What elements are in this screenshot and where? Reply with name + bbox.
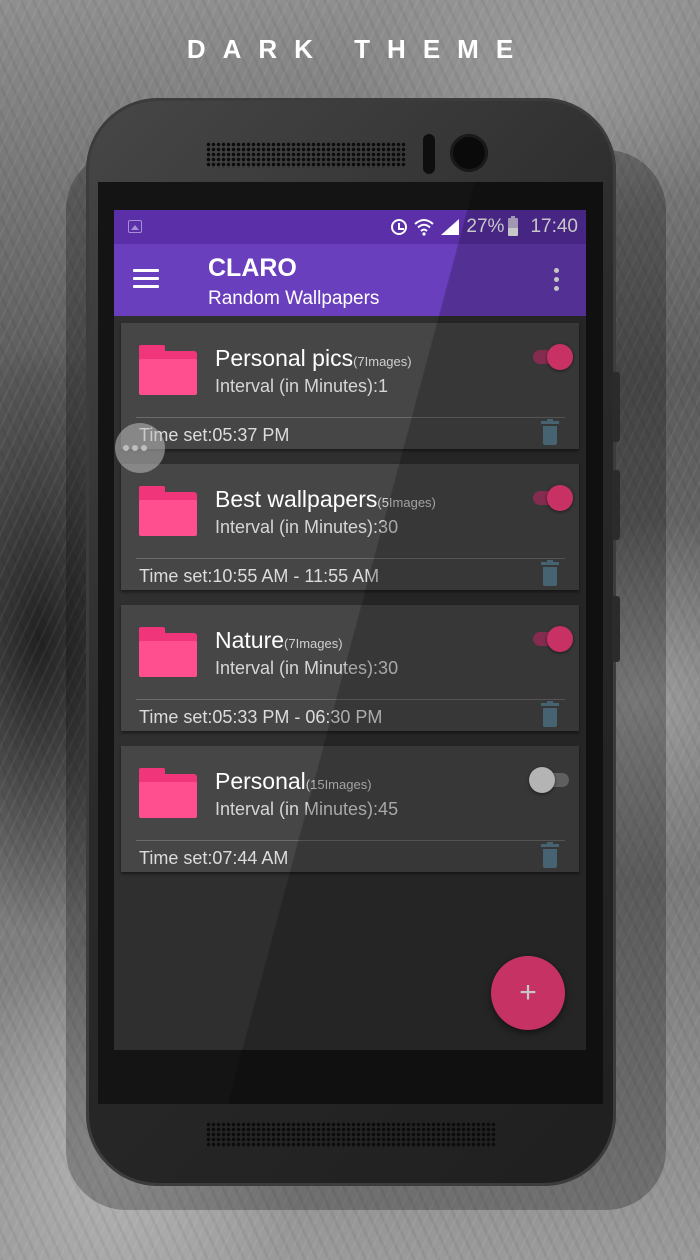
card-divider <box>136 417 565 418</box>
phone-side-button <box>612 372 620 442</box>
album-card[interactable]: Personal pics(7Images) Interval (in Minu… <box>121 323 579 449</box>
signal-icon <box>441 219 460 235</box>
album-time-set: Time set:10:55 AM - 11:55 AM <box>139 566 380 586</box>
phone-side-button <box>612 596 620 662</box>
card-divider <box>136 699 565 700</box>
album-time-set: Time set:05:33 PM - 06:30 PM <box>139 707 383 727</box>
app-screen: 27% 17:40 CLARO Random Wallpapers Person… <box>114 210 586 1050</box>
album-image-count: (7Images) <box>284 636 343 651</box>
album-toggle[interactable] <box>529 766 573 794</box>
album-card[interactable]: Personal(15Images) Interval (in Minutes)… <box>121 746 579 872</box>
album-image-count: (7Images) <box>353 354 412 369</box>
card-divider <box>136 558 565 559</box>
delete-icon[interactable] <box>541 701 559 727</box>
album-card[interactable]: Best wallpapers(5Images) Interval (in Mi… <box>121 464 579 590</box>
album-card[interactable]: Nature(7Images) Interval (in Minutes):30… <box>121 605 579 731</box>
album-title: Nature(7Images) <box>215 627 343 654</box>
album-toggle[interactable] <box>529 625 573 653</box>
album-interval: Interval (in Minutes):30 <box>215 658 399 678</box>
album-title: Personal pics(7Images) <box>215 345 412 372</box>
phone-camera <box>450 134 488 172</box>
folder-icon <box>139 627 197 677</box>
delete-icon[interactable] <box>541 419 559 445</box>
album-title: Personal(15Images) <box>215 768 372 795</box>
alarm-icon <box>391 219 408 235</box>
phone-speaker-top <box>206 142 406 168</box>
folder-icon <box>139 768 197 818</box>
album-name: Best wallpapers <box>215 486 378 512</box>
status-bar: 27% 17:40 <box>114 210 586 244</box>
card-divider <box>136 840 565 841</box>
album-time-set: Time set:07:44 AM <box>139 848 289 868</box>
album-interval: Interval (in Minutes):1 <box>215 376 389 396</box>
phone-sensor <box>423 134 435 174</box>
app-title: CLARO <box>208 254 297 282</box>
album-interval: Interval (in Minutes):30 <box>215 517 399 537</box>
delete-icon[interactable] <box>541 560 559 586</box>
phone-speaker-bottom <box>206 1122 496 1148</box>
album-name: Personal pics <box>215 345 354 371</box>
folder-icon <box>139 345 197 395</box>
battery-icon <box>508 216 519 236</box>
image-icon <box>128 220 142 233</box>
album-title: Best wallpapers(5Images) <box>215 486 436 513</box>
delete-icon[interactable] <box>541 842 559 868</box>
assistive-touch-button[interactable] <box>115 423 165 473</box>
folder-icon <box>139 486 197 536</box>
clock: 17:40 <box>530 216 578 237</box>
album-interval: Interval (in Minutes):45 <box>215 799 399 819</box>
app-subtitle: Random Wallpapers <box>208 288 380 309</box>
add-album-button[interactable]: + <box>491 956 565 1030</box>
album-image-count: (5Images) <box>377 495 436 510</box>
album-name: Nature <box>215 627 285 653</box>
battery-percentage: 27% <box>466 216 505 237</box>
app-bar: CLARO Random Wallpapers <box>114 244 586 316</box>
album-name: Personal <box>215 768 306 794</box>
menu-icon[interactable] <box>133 269 159 289</box>
headline: DARK THEME <box>186 34 531 64</box>
album-toggle[interactable] <box>529 343 573 371</box>
album-toggle[interactable] <box>529 484 573 512</box>
overflow-menu-icon[interactable] <box>552 268 560 292</box>
phone-side-button <box>612 470 620 540</box>
wifi-icon <box>414 218 435 236</box>
album-image-count: (15Images) <box>305 777 372 792</box>
